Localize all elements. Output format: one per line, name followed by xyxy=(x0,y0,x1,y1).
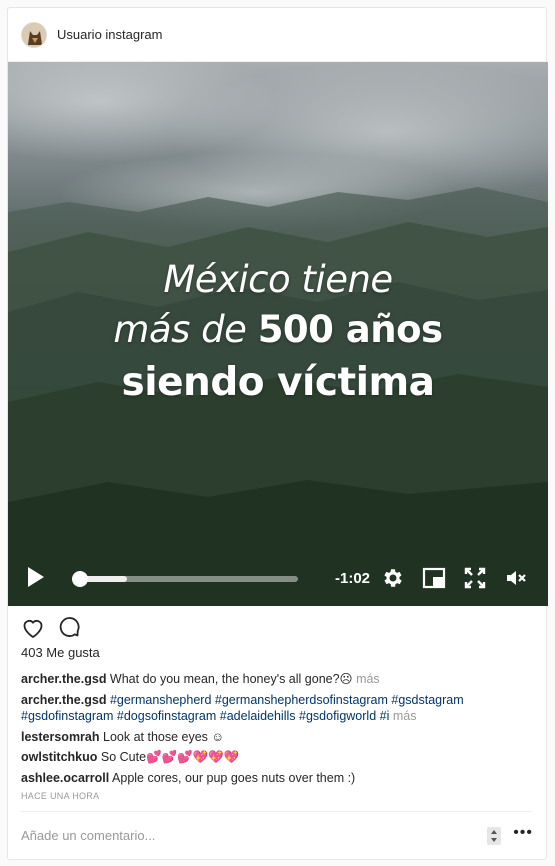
hashtag-link[interactable]: #dogsofinstagram xyxy=(117,709,216,723)
options-ellipsis-icon[interactable]: ••• xyxy=(513,824,533,842)
hashtag-link[interactable]: #gsdofigworld xyxy=(299,709,376,723)
video-caption-line-2-b: 500 años xyxy=(257,308,443,351)
progress-bar[interactable] xyxy=(71,571,298,587)
comment-username[interactable]: ashlee.ocarroll xyxy=(21,771,109,785)
time-remaining: -1:02 xyxy=(335,570,371,587)
comment-icon[interactable] xyxy=(57,616,81,640)
comment-text: What do you mean, the honey's all gone?☹ xyxy=(106,672,357,686)
comment-text: Look at those eyes ☺ xyxy=(99,729,225,744)
comment-text: So Cute💕💕💕💖💖💖 xyxy=(97,750,240,764)
hashtag-link[interactable]: #germanshepherd xyxy=(110,693,211,707)
comment-text: Apple cores, our pup goes nuts over them… xyxy=(109,770,356,785)
post-header: Usuario instagram xyxy=(8,8,546,62)
comment-username[interactable]: owlstitchkuo xyxy=(21,750,97,764)
more-link[interactable]: más xyxy=(356,672,380,686)
comment-username[interactable]: archer.the.gsd xyxy=(21,693,106,707)
hashtag-link[interactable]: #gsdofinstagram xyxy=(21,709,113,723)
video-player[interactable]: México tiene más de 500 años siendo víct… xyxy=(8,62,548,606)
settings-gear-icon[interactable] xyxy=(381,566,405,590)
hashtag-link[interactable]: #i xyxy=(380,709,390,723)
comment-item: archer.the.gsd What do you mean, the hon… xyxy=(21,671,533,688)
video-caption-line-3: siendo víctima xyxy=(121,360,435,405)
comment-item: lestersomrah Look at those eyes ☺ xyxy=(21,729,533,746)
comment-username[interactable]: archer.the.gsd xyxy=(21,672,106,686)
fullscreen-icon[interactable] xyxy=(463,566,487,590)
comment-input[interactable] xyxy=(21,828,488,843)
hashtag-link[interactable]: #gsdstagram xyxy=(391,693,463,707)
hashtag-link[interactable]: #adelaidehills xyxy=(220,709,296,723)
avatar[interactable] xyxy=(21,21,47,48)
comment-item: archer.the.gsd #germanshepherd #germansh… xyxy=(21,692,533,725)
video-caption-line-2-a: más de xyxy=(113,308,258,351)
header-username[interactable]: Usuario instagram xyxy=(57,27,163,42)
more-link[interactable]: más xyxy=(393,709,417,723)
video-caption-line-1: México tiene xyxy=(163,258,393,301)
volume-muted-icon[interactable] xyxy=(505,566,529,590)
progress-knob[interactable] xyxy=(71,571,88,587)
comment-item: owlstitchkuo So Cute💕💕💕💖💖💖 xyxy=(21,749,533,766)
post-actions xyxy=(8,606,546,650)
picture-in-picture-icon[interactable] xyxy=(422,566,446,590)
play-icon[interactable] xyxy=(26,566,46,588)
comment-item: ashlee.ocarroll Apple cores, our pup goe… xyxy=(21,770,533,787)
video-controls: -1:02 xyxy=(8,550,548,606)
heart-icon[interactable] xyxy=(21,616,45,640)
comment-list: archer.the.gsd What do you mean, the hon… xyxy=(8,665,546,786)
comment-username[interactable]: lestersomrah xyxy=(21,730,100,744)
video-caption-line-2: más de 500 años xyxy=(8,308,548,351)
add-comment-bar: ••• xyxy=(21,811,533,859)
post-timestamp[interactable]: HACE UNA HORA xyxy=(8,791,546,801)
hashtag-link[interactable]: #germanshepherdsofinstagram xyxy=(215,693,388,707)
likes-count[interactable]: 403 Me gusta xyxy=(8,645,546,665)
post-card: Usuario instagram México tiene más de 50… xyxy=(7,7,548,860)
resize-stepper-icon[interactable] xyxy=(487,826,502,845)
